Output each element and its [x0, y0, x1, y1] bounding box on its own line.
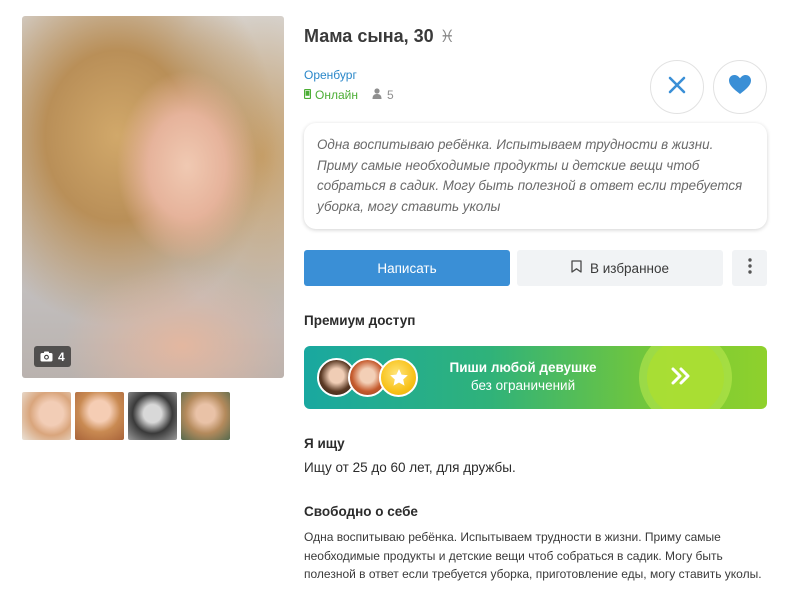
dislike-button[interactable]: [650, 60, 704, 114]
photo-thumbnail[interactable]: [22, 392, 71, 440]
about-bubble-text: Одна воспитываю ребёнка. Испытываем труд…: [317, 137, 743, 214]
profile-header: Мама сына, 30 ♓: [304, 26, 455, 47]
write-message-button[interactable]: Написать: [304, 250, 510, 286]
bookmark-icon: [571, 260, 582, 276]
photo-count: 4: [58, 349, 65, 364]
profile-main-photo[interactable]: [22, 16, 284, 378]
more-vertical-icon: [747, 257, 752, 279]
photo-count-badge[interactable]: 4: [34, 346, 71, 367]
close-icon: [668, 76, 686, 99]
photo-thumbnail[interactable]: [128, 392, 177, 440]
premium-section-title: Премиум доступ: [304, 313, 416, 328]
premium-banner-text: Пиши любой девушке без ограничений: [434, 359, 612, 395]
photo-thumbnail[interactable]: [75, 392, 124, 440]
about-bubble: Одна воспитываю ребёнка. Испытываем труд…: [304, 123, 767, 229]
online-status: Онлайн: [303, 88, 358, 102]
photo-thumbnail[interactable]: [181, 392, 230, 440]
double-chevron-right-icon: [670, 366, 692, 391]
premium-banner[interactable]: Пиши любой девушке без ограничений: [304, 346, 767, 409]
profile-name-age: Мама сына, 30: [304, 26, 434, 46]
mobile-phone-icon: [303, 88, 312, 102]
premium-banner-subline: без ограничений: [470, 378, 576, 393]
user-icon: [372, 88, 382, 102]
photo-thumbnails: [22, 392, 230, 440]
add-to-favorites-button[interactable]: В избранное: [517, 250, 723, 286]
star-icon: [379, 358, 418, 397]
heart-icon: [728, 74, 752, 100]
like-button[interactable]: [713, 60, 767, 114]
online-status-label: Онлайн: [315, 88, 358, 102]
more-options-button[interactable]: [732, 250, 767, 286]
looking-for-text: Ищу от 25 до 60 лет, для дружбы.: [304, 460, 516, 475]
looking-for-title: Я ищу: [304, 436, 345, 451]
visitors-count: 5: [372, 88, 394, 102]
visitors-count-value: 5: [386, 88, 394, 102]
about-self-text: Одна воспитываю ребёнка. Испытываем труд…: [304, 530, 762, 581]
profile-status-row: Онлайн 5: [303, 88, 394, 102]
pisces-icon: ♓: [439, 26, 455, 46]
premium-banner-headline: Пиши любой девушке: [449, 360, 597, 375]
camera-icon: [40, 351, 53, 362]
add-to-favorites-label: В избранное: [589, 260, 669, 276]
about-self-title: Свободно о себе: [304, 504, 418, 519]
profile-city[interactable]: Оренбург: [304, 68, 357, 82]
